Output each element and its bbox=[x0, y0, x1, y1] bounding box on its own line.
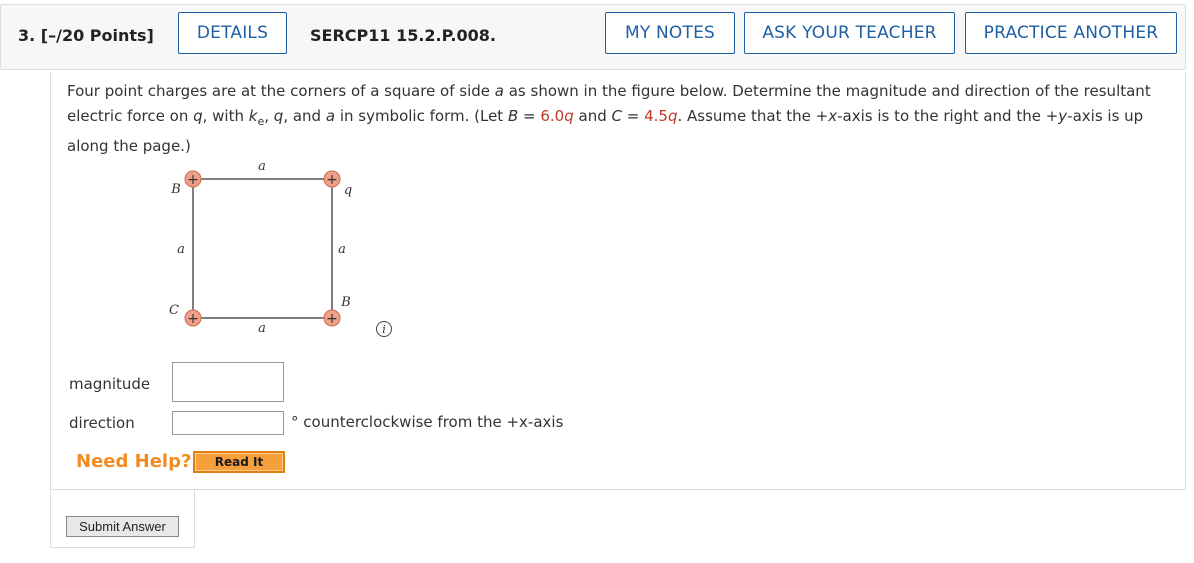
bottom-side-label: a bbox=[258, 321, 266, 336]
read-it-button[interactable]: Read It bbox=[193, 451, 285, 473]
plus-sign: + bbox=[187, 311, 199, 327]
charge-top-right: + bbox=[323, 170, 341, 188]
question-points: 3. [–/20 Points] bbox=[18, 26, 154, 45]
top-side-label: a bbox=[258, 159, 266, 174]
direction-label: direction bbox=[69, 414, 135, 432]
question-number: 3. bbox=[18, 26, 36, 45]
charge-top-left: + bbox=[184, 170, 202, 188]
bottom-left-charge-label: C bbox=[169, 303, 179, 318]
need-help-label: Need Help? bbox=[76, 451, 192, 472]
magnitude-label: magnitude bbox=[69, 375, 151, 393]
top-left-charge-label: B bbox=[170, 182, 181, 197]
plus-sign: + bbox=[326, 311, 338, 327]
charge-bottom-right: + bbox=[323, 309, 341, 327]
practice-another-button[interactable]: PRACTICE ANOTHER bbox=[965, 12, 1177, 54]
top-right-charge-label: q bbox=[344, 183, 352, 198]
charge-bottom-left: + bbox=[184, 309, 202, 327]
points-label: [–/20 Points] bbox=[40, 26, 154, 45]
my-notes-button[interactable]: MY NOTES bbox=[605, 12, 735, 54]
info-icon[interactable]: i bbox=[376, 321, 392, 337]
problem-statement: Four point charges are at the corners of… bbox=[67, 82, 1151, 155]
c-value: 4.5 bbox=[644, 106, 668, 125]
charge-square-figure: a a a a B q C B + + + + bbox=[169, 159, 352, 336]
b-value: 6.0 bbox=[540, 106, 565, 125]
direction-input[interactable] bbox=[172, 411, 284, 435]
right-side-label: a bbox=[338, 242, 346, 257]
plus-sign: + bbox=[326, 172, 338, 188]
ask-teacher-button[interactable]: ASK YOUR TEACHER bbox=[744, 12, 955, 54]
bottom-right-charge-label: B bbox=[340, 295, 351, 310]
left-side-label: a bbox=[177, 242, 185, 257]
problem-code: SERCP11 15.2.P.008. bbox=[310, 26, 496, 45]
submit-answer-button[interactable]: Submit Answer bbox=[66, 516, 179, 537]
magnitude-input[interactable] bbox=[172, 362, 284, 402]
plus-sign: + bbox=[187, 172, 199, 188]
details-button[interactable]: DETAILS bbox=[178, 12, 287, 54]
direction-unit: ° counterclockwise from the +x-axis bbox=[291, 413, 564, 431]
